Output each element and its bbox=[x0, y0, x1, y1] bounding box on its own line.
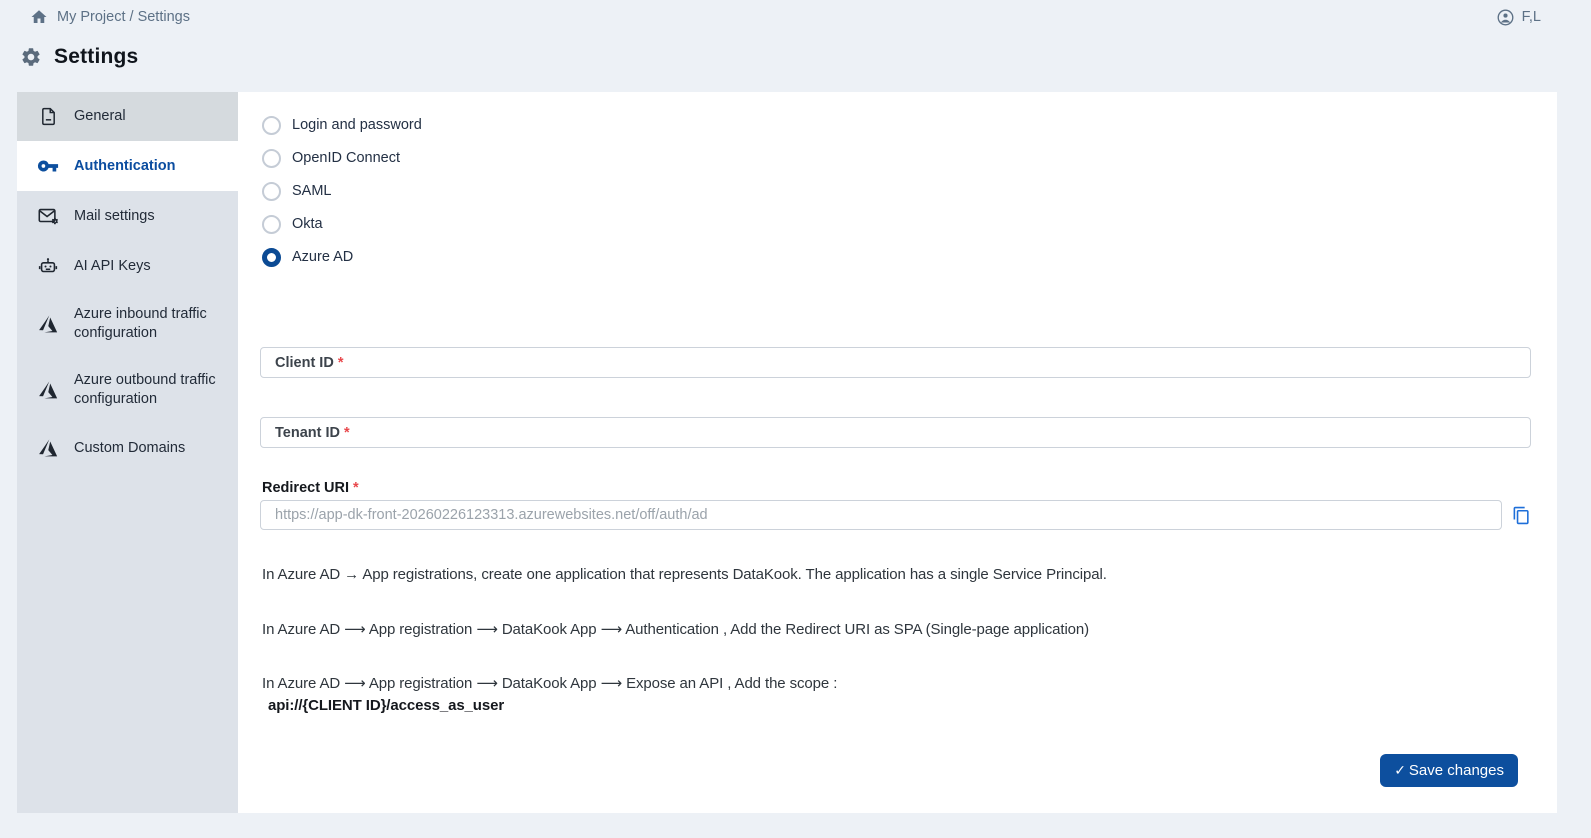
document-icon bbox=[36, 106, 60, 127]
breadcrumb[interactable]: My Project / Settings bbox=[30, 8, 190, 26]
topbar: My Project / Settings F,L bbox=[0, 0, 1591, 28]
user-menu[interactable]: F,L bbox=[1496, 8, 1541, 27]
save-changes-button[interactable]: ✓ Save changes bbox=[1380, 754, 1518, 787]
instruction-text: In Azure AD ⟶ App registration ⟶ DataKoo… bbox=[262, 621, 1090, 638]
home-icon bbox=[30, 8, 48, 26]
radio-circle[interactable] bbox=[262, 247, 281, 267]
authentication-content: Login and password OpenID Connect SAML O… bbox=[238, 92, 1557, 813]
sidebar-item-azure-outbound[interactable]: Azure outbound traffic configuration bbox=[17, 357, 238, 423]
radio-okta[interactable]: Okta bbox=[262, 214, 422, 234]
sidebar-item-custom-domains[interactable]: Custom Domains bbox=[17, 423, 238, 473]
key-icon bbox=[36, 155, 60, 177]
gear-icon bbox=[20, 46, 42, 68]
tenant-id-input[interactable] bbox=[261, 418, 1530, 447]
radio-login-and-password[interactable]: Login and password bbox=[262, 115, 422, 135]
sidebar-item-label: Azure inbound traffic configuration bbox=[74, 306, 207, 341]
instruction-text: In Azure AD ⟶ App registration ⟶ DataKoo… bbox=[262, 675, 838, 692]
user-initials: F,L bbox=[1521, 9, 1541, 25]
account-circle-icon bbox=[1496, 8, 1515, 27]
client-id-input[interactable] bbox=[261, 348, 1530, 377]
azure-icon bbox=[36, 313, 60, 335]
sidebar-item-mail-settings[interactable]: Mail settings bbox=[17, 191, 238, 241]
radio-openid-connect[interactable]: OpenID Connect bbox=[262, 148, 422, 168]
page-header: Settings bbox=[0, 34, 1591, 80]
sidebar-item-label: Mail settings bbox=[74, 207, 155, 224]
auth-method-radio-group: Login and password OpenID Connect SAML O… bbox=[262, 115, 422, 280]
azure-icon bbox=[36, 379, 60, 401]
mail-gear-icon bbox=[36, 205, 60, 227]
sidebar-item-label: AI API Keys bbox=[74, 257, 151, 274]
radio-azure-ad[interactable]: Azure AD bbox=[262, 247, 422, 267]
scope-code: api://{CLIENT ID}/access_as_user bbox=[268, 697, 505, 714]
sidebar-item-label: General bbox=[74, 108, 126, 124]
page-title: Settings bbox=[54, 45, 139, 68]
redirect-uri-input[interactable] bbox=[260, 500, 1502, 530]
breadcrumb-text: My Project / Settings bbox=[57, 9, 190, 25]
client-id-field[interactable]: Client ID * bbox=[260, 347, 1531, 378]
sidebar-item-authentication[interactable]: Authentication bbox=[17, 141, 238, 191]
sidebar-item-general[interactable]: General bbox=[17, 92, 238, 141]
radio-circle[interactable] bbox=[262, 115, 281, 135]
instruction-text: In Azure AD → App registrations, create … bbox=[262, 566, 1107, 583]
copy-icon[interactable] bbox=[1512, 504, 1534, 526]
robot-icon bbox=[36, 255, 60, 277]
radio-circle[interactable] bbox=[262, 148, 281, 168]
check-icon: ✓ bbox=[1394, 762, 1406, 778]
tenant-id-field[interactable]: Tenant ID * bbox=[260, 417, 1531, 448]
radio-saml[interactable]: SAML bbox=[262, 181, 422, 201]
sidebar-item-ai-api-keys[interactable]: AI API Keys bbox=[17, 241, 238, 291]
sidebar-item-azure-inbound[interactable]: Azure inbound traffic configuration bbox=[17, 291, 238, 357]
sidebar-item-label: Authentication bbox=[74, 157, 176, 174]
settings-panel: General Authentication Mail settings AI … bbox=[17, 92, 1557, 813]
radio-circle[interactable] bbox=[262, 214, 281, 234]
sidebar-item-label: Azure outbound traffic configuration bbox=[74, 372, 216, 407]
azure-icon bbox=[36, 437, 60, 459]
redirect-uri-label: Redirect URI * bbox=[262, 480, 359, 496]
radio-circle[interactable] bbox=[262, 181, 281, 201]
sidebar-item-label: Custom Domains bbox=[74, 439, 186, 456]
settings-sidebar: General Authentication Mail settings AI … bbox=[17, 92, 238, 813]
